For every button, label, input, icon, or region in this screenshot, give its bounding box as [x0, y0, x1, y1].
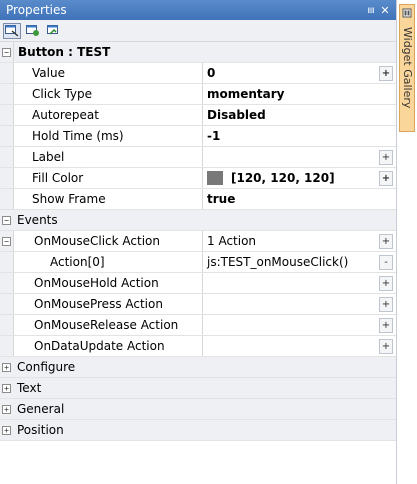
expand-icon[interactable]: + [2, 383, 11, 393]
category-position[interactable]: + Position [0, 420, 396, 441]
add-button[interactable]: + [379, 150, 393, 165]
property-name: OnMouseHold Action [14, 273, 203, 293]
property-row-value[interactable]: Value 0 + [0, 63, 396, 84]
property-grid: − Button : TEST Value 0 + Click Type mome… [0, 42, 396, 441]
category-label: Text [13, 378, 396, 398]
category-general[interactable]: + General [0, 399, 396, 420]
expand-icon[interactable]: + [2, 404, 11, 414]
value-text: js:TEST_onMouseClick() [207, 255, 349, 269]
property-name: OnDataUpdate Action [14, 336, 203, 356]
property-value[interactable]: js:TEST_onMouseClick() - [203, 252, 396, 272]
property-row-onmousehold[interactable]: OnMouseHold Action + [0, 273, 396, 294]
widget-gallery-tab[interactable]: Widget Gallery [399, 4, 415, 132]
expand-icon[interactable]: + [2, 362, 11, 372]
property-value[interactable]: + [203, 294, 396, 314]
collapse-icon[interactable]: − [2, 215, 11, 225]
property-row-onmousepress[interactable]: OnMousePress Action + [0, 294, 396, 315]
property-name: Value [14, 63, 203, 83]
property-name: OnMouseRelease Action [14, 315, 203, 335]
value-text: momentary [207, 87, 285, 101]
add-button[interactable]: + [379, 66, 393, 81]
property-value[interactable]: + [203, 273, 396, 293]
property-name: OnMouseClick Action [14, 231, 203, 251]
property-value[interactable]: [120, 120, 120] + [203, 168, 396, 188]
category-label: General [13, 399, 396, 419]
value-text: Disabled [207, 108, 266, 122]
property-row-action0[interactable]: Action[0] js:TEST_onMouseClick() - [0, 252, 396, 273]
collapse-icon[interactable]: − [2, 236, 11, 246]
property-value[interactable]: Disabled [203, 105, 396, 125]
categorized-view-icon[interactable] [45, 23, 63, 39]
property-name: Action[0] [14, 252, 203, 272]
value-text: -1 [207, 129, 221, 143]
collapse-icon[interactable]: − [2, 47, 11, 57]
property-value[interactable]: momentary [203, 84, 396, 104]
property-row-hold-time[interactable]: Hold Time (ms) -1 [0, 126, 396, 147]
property-value[interactable]: 1 Action + [203, 231, 396, 251]
category-label: Configure [13, 357, 396, 377]
object-header: Button : TEST [14, 42, 396, 62]
add-button[interactable]: + [379, 234, 393, 249]
property-row-click-type[interactable]: Click Type momentary [0, 84, 396, 105]
property-name: Click Type [14, 84, 203, 104]
property-value[interactable]: true [203, 189, 396, 209]
pin-icon[interactable]: ⩏ [364, 3, 378, 17]
property-value[interactable]: -1 [203, 126, 396, 146]
object-header-row[interactable]: − Button : TEST [0, 42, 396, 63]
property-name: Label [14, 147, 203, 167]
property-name: Autorepeat [14, 105, 203, 125]
expand-icon[interactable]: + [2, 425, 11, 435]
category-configure[interactable]: + Configure [0, 357, 396, 378]
add-button[interactable]: + [379, 276, 393, 291]
category-text[interactable]: + Text [0, 378, 396, 399]
panel-title: Properties [6, 3, 67, 17]
category-label: Events [13, 210, 396, 230]
value-text: 0 [207, 66, 216, 80]
property-row-autorepeat[interactable]: Autorepeat Disabled [0, 105, 396, 126]
property-row-onmouseclick[interactable]: − OnMouseClick Action 1 Action + [0, 231, 396, 252]
properties-toolbar [0, 20, 396, 42]
add-button[interactable]: + [379, 318, 393, 333]
add-button[interactable]: + [379, 171, 393, 186]
property-row-show-frame[interactable]: Show Frame true [0, 189, 396, 210]
property-row-label[interactable]: Label + [0, 147, 396, 168]
color-swatch[interactable] [207, 171, 223, 185]
panel-titlebar: Properties ⩏ ✕ [0, 0, 396, 20]
category-label: Position [13, 420, 396, 440]
events-view-icon[interactable] [24, 23, 42, 39]
remove-button[interactable]: - [379, 255, 393, 270]
widget-gallery-label: Widget Gallery [401, 27, 414, 109]
add-button[interactable]: + [379, 297, 393, 312]
property-row-fill-color[interactable]: Fill Color [120, 120, 120] + [0, 168, 396, 189]
property-row-ondataupdate[interactable]: OnDataUpdate Action + [0, 336, 396, 357]
category-events[interactable]: − Events [0, 210, 396, 231]
add-button[interactable]: + [379, 339, 393, 354]
property-name: Show Frame [14, 189, 203, 209]
close-icon[interactable]: ✕ [378, 4, 392, 17]
property-name: Fill Color [14, 168, 203, 188]
value-text: 1 Action [207, 234, 257, 248]
property-name: OnMousePress Action [14, 294, 203, 314]
value-text: [120, 120, 120] [231, 171, 335, 185]
property-row-onmouserelease[interactable]: OnMouseRelease Action + [0, 315, 396, 336]
property-value[interactable]: 0 + [203, 63, 396, 83]
properties-panel: Properties ⩏ ✕ − Button : TEST Value 0 + … [0, 0, 397, 484]
side-tab-strip: Widget Gallery [397, 0, 417, 484]
property-value[interactable]: + [203, 315, 396, 335]
value-text: true [207, 192, 236, 206]
property-value[interactable]: + [203, 147, 396, 167]
property-value[interactable]: + [203, 336, 396, 356]
property-name: Hold Time (ms) [14, 126, 203, 146]
gallery-icon [402, 8, 412, 18]
properties-view-icon[interactable] [3, 22, 21, 39]
